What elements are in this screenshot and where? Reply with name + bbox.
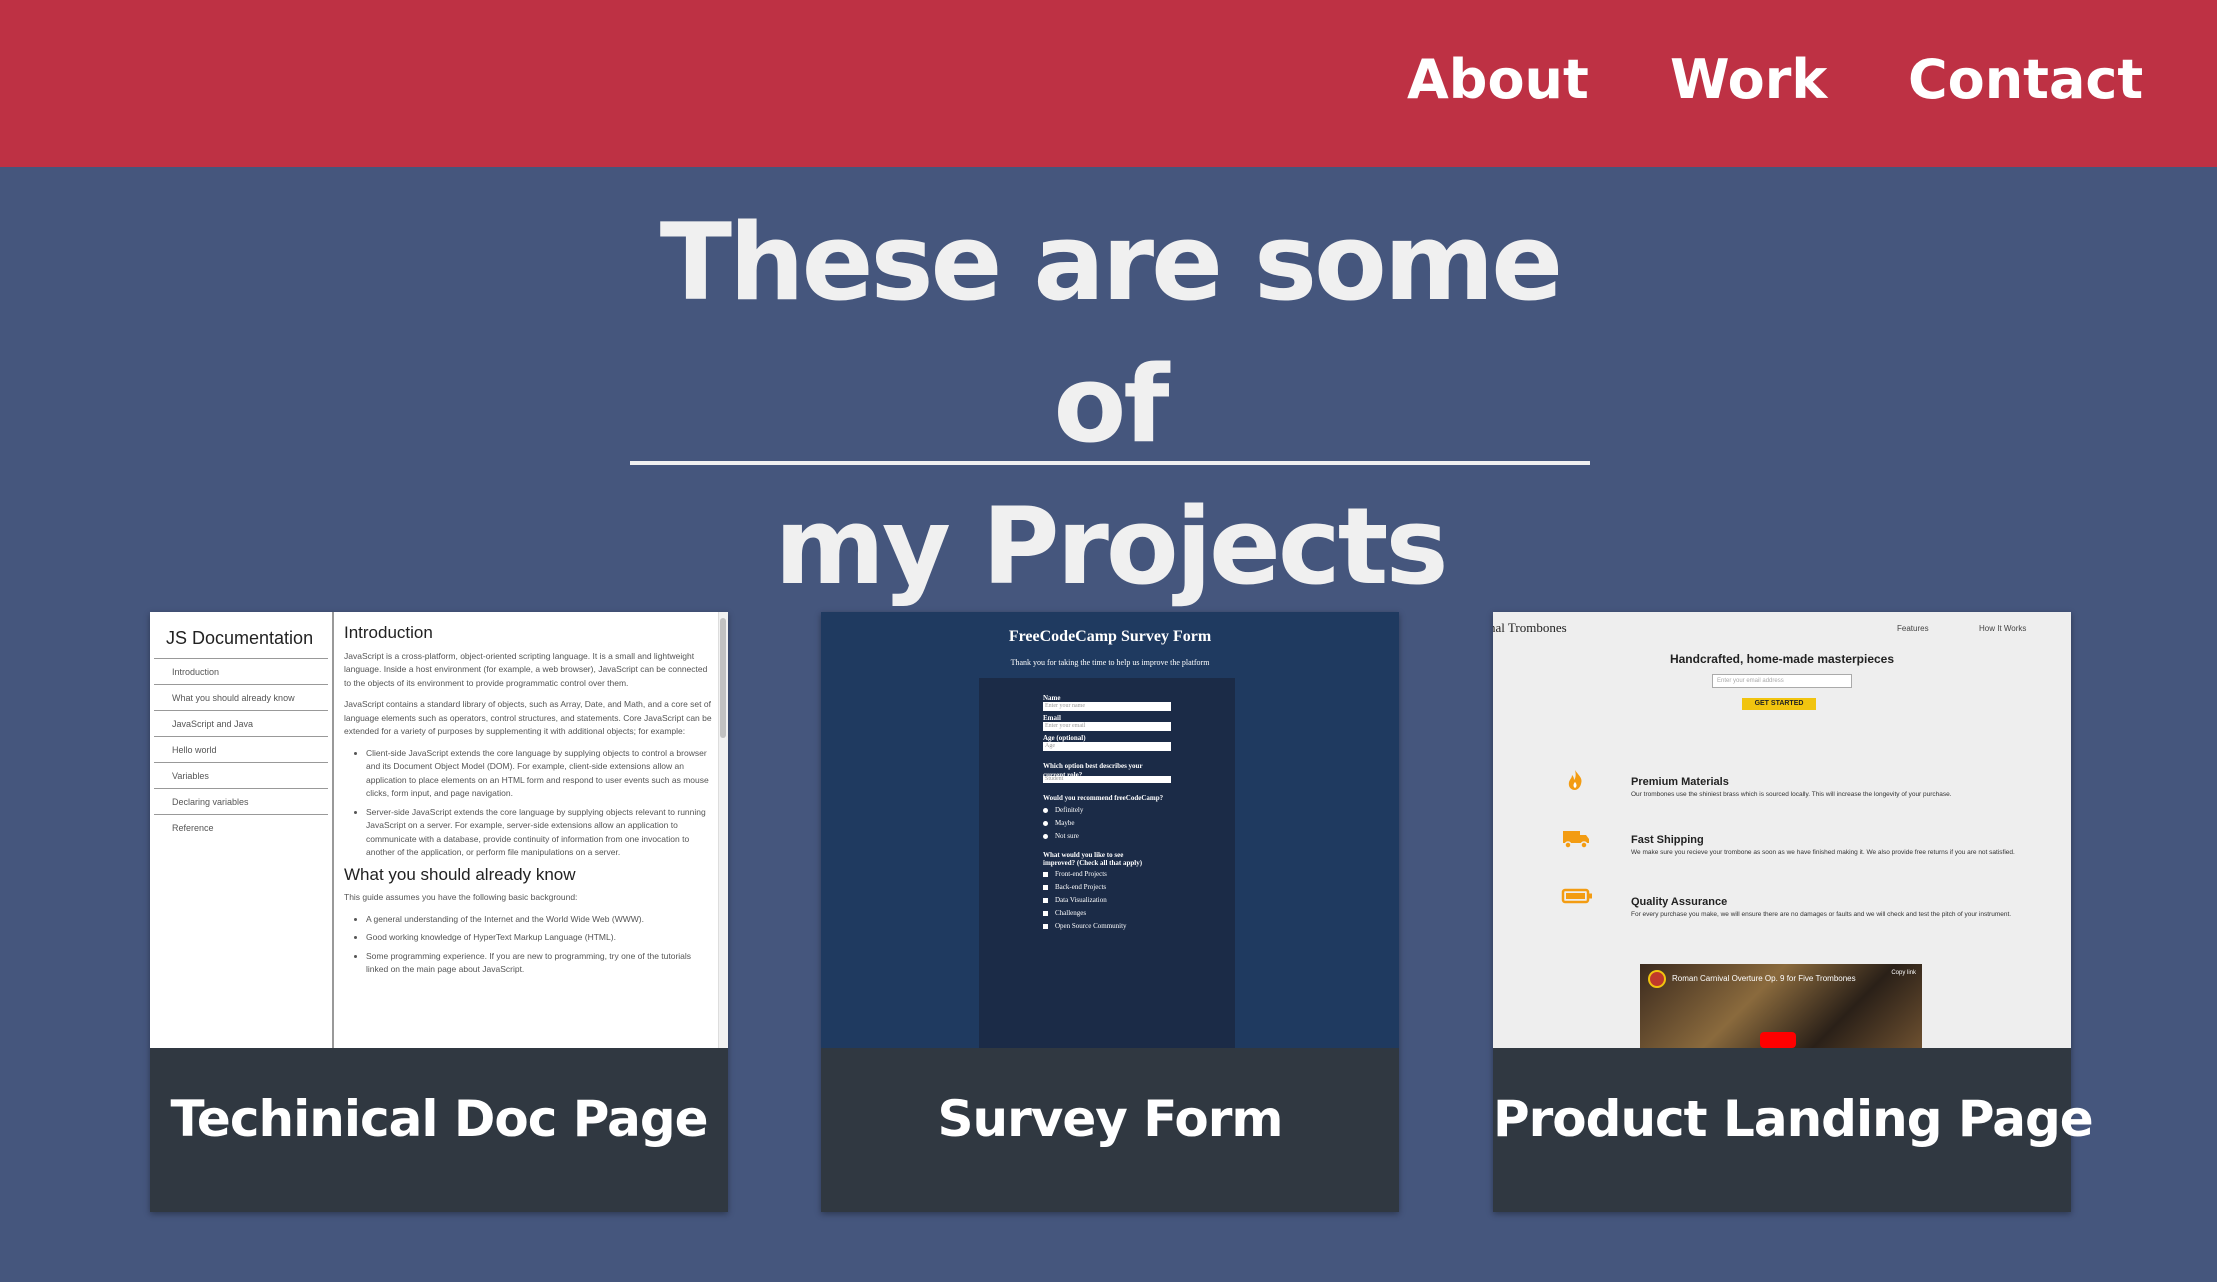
project-thumbnail: FreeCodeCamp Survey Form Thank you for t… [821, 612, 1399, 1048]
header-underline [630, 461, 1590, 465]
landing-brand: nal Trombones [1493, 620, 1567, 635]
checkbox-icon [1043, 910, 1048, 916]
video-title: Roman Carnival Overture Op. 9 for Five T… [1672, 974, 1856, 983]
survey-select: Student [1043, 776, 1171, 783]
header-line-1: These are some of [659, 201, 1563, 466]
project-title: Survey Form [937, 1090, 1283, 1148]
feature-title: Fast Shipping [1631, 834, 1704, 846]
checkbox-icon [1043, 871, 1048, 877]
doc-heading: Introduction [344, 623, 433, 642]
doc-list-item: A general understanding of the Internet … [366, 913, 714, 927]
channel-logo-icon [1648, 970, 1666, 988]
project-thumbnail: JS Documentation Introduction What you s… [150, 612, 728, 1048]
play-icon [1760, 1032, 1796, 1048]
feature-title: Quality Assurance [1631, 896, 1728, 908]
checkbox-icon [1043, 923, 1048, 929]
video-copy-link: Copy link [1891, 970, 1916, 976]
survey-radio-option: Maybe [1043, 819, 1074, 827]
project-thumbnail: nal Trombones Features How It Works Hand… [1493, 612, 2071, 1048]
doc-sidebar-item: Declaring variables [154, 788, 328, 814]
projects-section-header: These are some of my Projects [630, 192, 1590, 618]
landing-nav-link: How It Works [1979, 624, 2027, 633]
doc-sidebar-item: Introduction [154, 658, 328, 684]
survey-title: FreeCodeCamp Survey Form [1008, 628, 1212, 645]
survey-subtitle: Thank you for taking the time to help us… [1010, 658, 1210, 667]
landing-hero: Handcrafted, home-made masterpieces [1669, 652, 1895, 666]
radio-icon [1043, 820, 1048, 826]
survey-label: Email [1043, 714, 1061, 722]
survey-form: Name Enter your name Email Enter your em… [979, 678, 1235, 1048]
landing-nav-link: Features [1897, 624, 1929, 633]
navbar: About Work Contact [0, 0, 2217, 167]
landing-email-input: Enter your email address [1712, 674, 1852, 688]
doc-sidebar-item: JavaScript and Java [154, 710, 328, 736]
survey-checkbox-option: Open Source Community [1043, 922, 1127, 930]
survey-checkbox-option: Data Visualization [1043, 896, 1107, 904]
landing-cta-button: GET STARTED [1742, 698, 1816, 710]
survey-radio-option: Definitely [1043, 806, 1083, 814]
doc-paragraph: JavaScript contains a standard library o… [344, 699, 712, 736]
battery-icon [1561, 884, 1592, 908]
doc-list-item: Server-side JavaScript extends the core … [366, 806, 714, 860]
survey-label: What would you like to see improved? (Ch… [1043, 851, 1143, 867]
survey-checkbox-option: Challenges [1043, 909, 1086, 917]
doc-heading: What you should already know [344, 864, 576, 884]
project-title: Techinical Doc Page [170, 1090, 708, 1148]
doc-sidebar: JS Documentation Introduction What you s… [150, 612, 334, 1048]
checkbox-icon [1043, 897, 1048, 903]
survey-input: Enter your name [1043, 702, 1171, 711]
survey-label: Age (optional) [1043, 734, 1086, 742]
doc-list-item: Some programming experience. If you are … [366, 950, 714, 977]
feature-text: Our trombones use the shiniest brass whi… [1631, 791, 1952, 798]
doc-sidebar-title: JS Documentation [166, 628, 314, 648]
survey-input: Age [1043, 742, 1171, 751]
survey-input: Enter your email [1043, 722, 1171, 731]
doc-paragraph: JavaScript is a cross-platform, object-o… [344, 650, 708, 688]
radio-icon [1043, 807, 1048, 813]
checkbox-icon [1043, 884, 1048, 890]
doc-sidebar-item: Hello world [154, 736, 328, 762]
survey-label: Would you recommend freeCodeCamp? [1043, 794, 1164, 802]
nav-link-about[interactable]: About [1407, 48, 1589, 111]
survey-radio-option: Not sure [1043, 832, 1079, 840]
feature-text: For every purchase you make, we will ens… [1631, 911, 2012, 918]
nav-link-contact[interactable]: Contact [1908, 48, 2143, 111]
doc-list-item: Client-side JavaScript extends the core … [366, 747, 714, 801]
project-title: Product Landing Page [1493, 1090, 2094, 1148]
project-tile-survey-form[interactable]: FreeCodeCamp Survey Form Thank you for t… [821, 612, 1399, 1212]
doc-list-item: Good working knowledge of HyperText Mark… [366, 931, 714, 945]
scrollbar [718, 612, 728, 1048]
project-tile-technical-doc[interactable]: JS Documentation Introduction What you s… [150, 612, 728, 1212]
feature-title: Premium Materials [1631, 776, 1729, 788]
landing-video: Roman Carnival Overture Op. 9 for Five T… [1640, 964, 1922, 1048]
feature-text: We make sure you recieve your trombone a… [1631, 849, 2015, 856]
project-tile-product-landing[interactable]: nal Trombones Features How It Works Hand… [1493, 612, 2094, 1212]
survey-checkbox-option: Front-end Projects [1043, 870, 1107, 878]
radio-icon [1043, 833, 1048, 839]
doc-main: Introduction JavaScript is a cross-platf… [344, 623, 714, 985]
survey-checkbox-option: Back-end Projects [1043, 883, 1106, 891]
truck-icon [1561, 826, 1589, 850]
nav-link-work[interactable]: Work [1670, 48, 1827, 111]
doc-sidebar-item: Reference [154, 814, 328, 840]
doc-sidebar-item: Variables [154, 762, 328, 788]
survey-label: Name [1043, 694, 1061, 702]
fire-icon [1561, 768, 1589, 792]
scrollbar-thumb [720, 618, 726, 738]
header-line-2: my Projects [774, 485, 1448, 608]
doc-paragraph: This guide assumes you have the followin… [344, 892, 578, 902]
doc-sidebar-item: What you should already know [154, 684, 328, 710]
